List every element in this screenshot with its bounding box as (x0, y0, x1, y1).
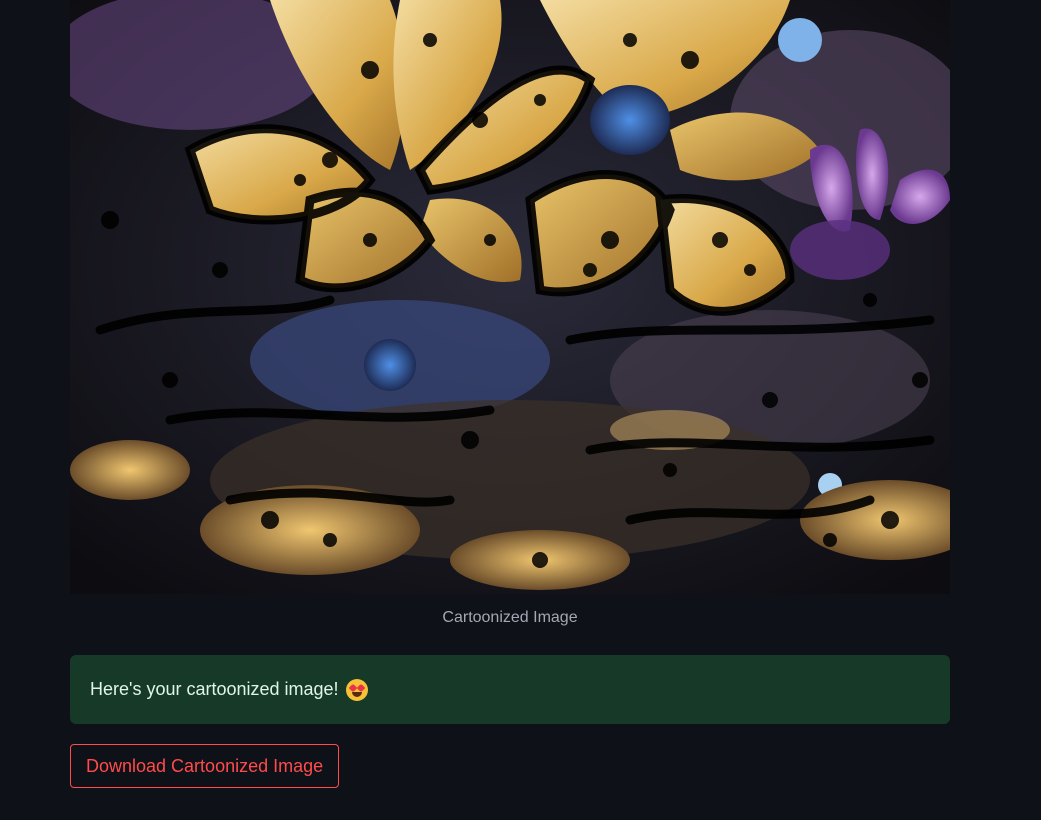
image-caption: Cartoonized Image (442, 609, 578, 626)
download-button[interactable]: Download Cartoonized Image (70, 744, 340, 788)
success-message: Here's your cartoonized image! (90, 679, 339, 699)
main-content: Cartoonized Image Here's your cartoonize… (70, 0, 950, 788)
cartoonized-image (70, 0, 950, 594)
success-alert: Here's your cartoonized image! (70, 655, 950, 724)
star-struck-icon (345, 678, 368, 701)
